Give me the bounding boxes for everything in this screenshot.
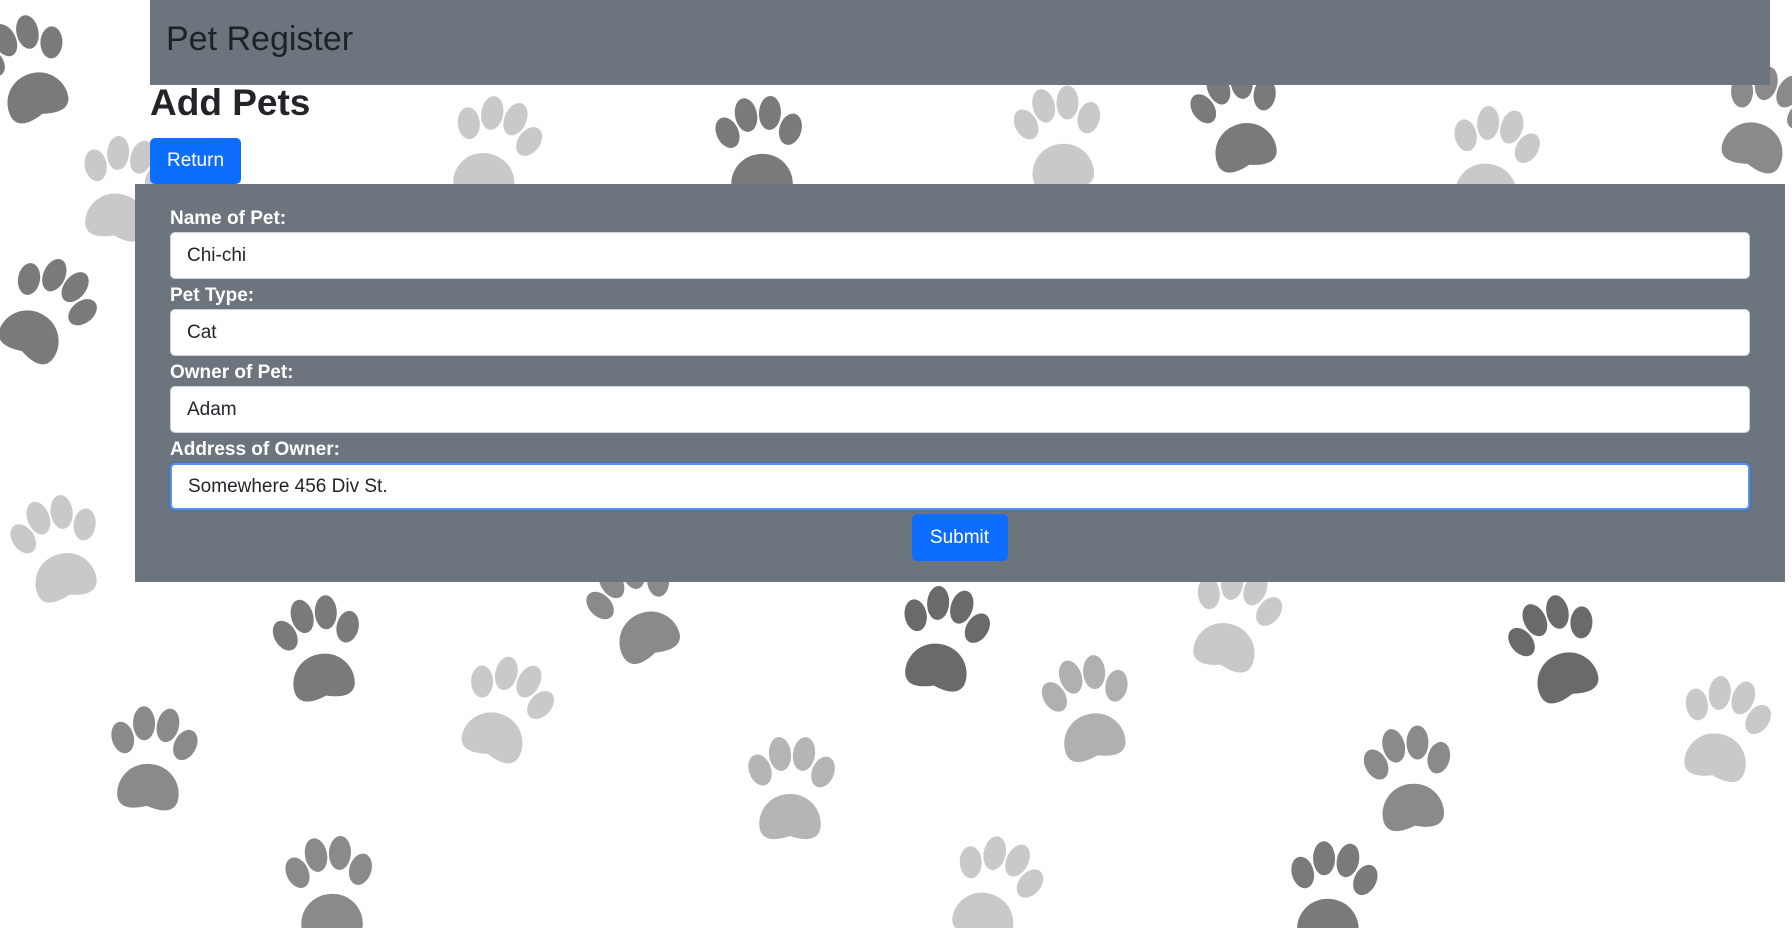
navbar-brand[interactable]: Pet Register [166,20,353,58]
submit-button[interactable]: Submit [911,514,1008,561]
owner-address-label: Address of Owner: [170,439,340,460]
navbar: Pet Register [150,0,1770,85]
return-button[interactable]: Return [150,138,241,184]
add-pet-form: Name of Pet: Pet Type: Owner of Pet: Add… [135,184,1785,582]
owner-address-input[interactable] [170,463,1750,510]
owner-name-label: Owner of Pet: [170,362,294,383]
owner-name-input[interactable] [170,386,1750,433]
pet-name-label: Name of Pet: [170,208,287,229]
pet-type-label: Pet Type: [170,285,255,306]
page-title: Add Pets [150,82,311,123]
pet-name-input[interactable] [170,232,1750,279]
submit-row: Submit [170,514,1749,561]
page: Pet Register Add Pets Return Name of Pet… [0,0,1792,928]
pet-type-input[interactable] [170,309,1750,356]
